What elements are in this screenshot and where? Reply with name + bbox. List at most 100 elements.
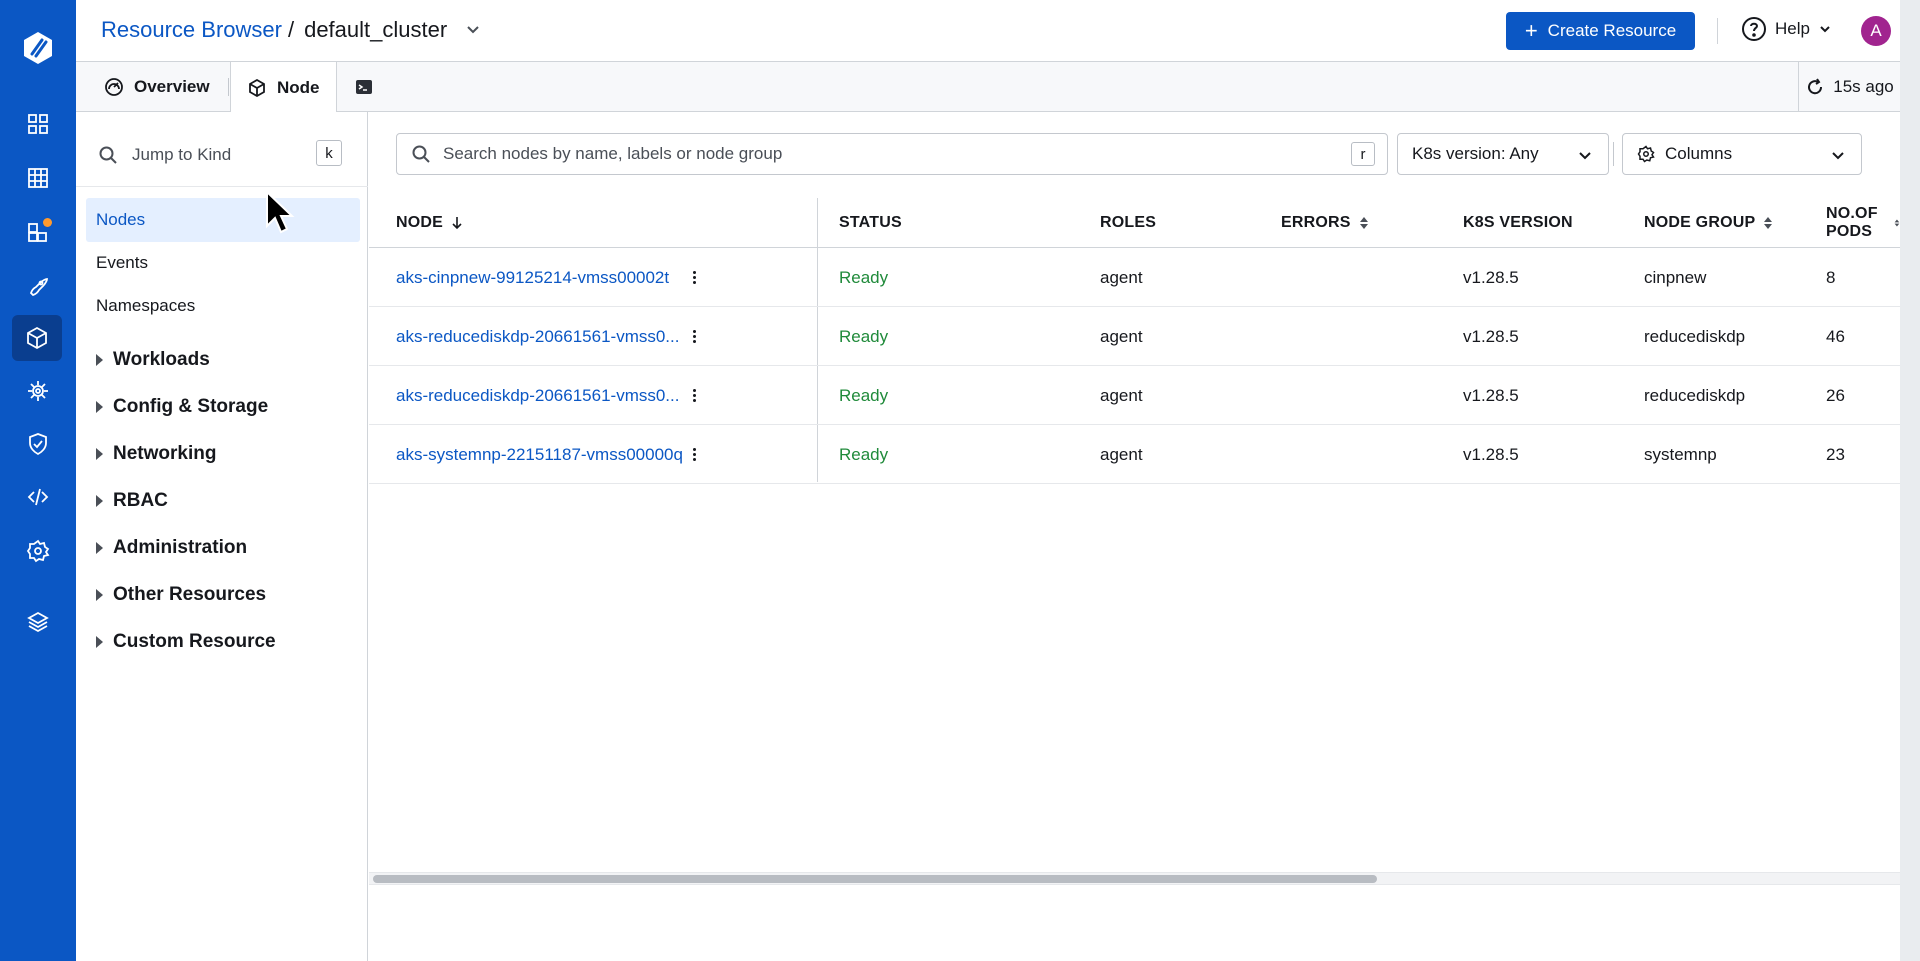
plus-icon: +: [1524, 18, 1538, 43]
status-cell: Ready: [839, 386, 889, 405]
app-groups-icon[interactable]: [18, 212, 58, 252]
k8s-version-cell: v1.28.5: [1463, 268, 1519, 287]
sidebar-group-custom-resource[interactable]: Custom Resource: [96, 622, 276, 662]
cube-icon[interactable]: [12, 315, 62, 361]
column-header-pods[interactable]: NO.OF PODS: [1826, 198, 1900, 248]
sidebar-item-namespaces[interactable]: Namespaces: [86, 284, 360, 328]
sort-icon: [1764, 217, 1773, 229]
sidebar-item-events[interactable]: Events: [86, 241, 360, 285]
roles-cell: agent: [1100, 268, 1143, 287]
column-header-k8s-version[interactable]: K8S VERSION: [1463, 198, 1573, 248]
k8s-version-select[interactable]: K8s version: Any: [1397, 133, 1609, 175]
sidebar-item-nodes[interactable]: Nodes: [86, 198, 360, 242]
layers-icon[interactable]: [18, 602, 58, 642]
avatar[interactable]: A: [1861, 16, 1891, 46]
rocket-icon[interactable]: [18, 266, 58, 306]
more-actions-icon[interactable]: [688, 269, 700, 287]
main-window: Resource Browser / default_cluster + Cre…: [76, 0, 1900, 961]
terminal-icon: [356, 80, 372, 94]
last-refreshed-label: 15s ago: [1833, 77, 1894, 96]
tab-node[interactable]: Node: [230, 62, 337, 113]
sidebar-group-workloads[interactable]: Workloads: [96, 340, 210, 380]
search-icon: [99, 146, 117, 164]
pods-cell: 23: [1826, 445, 1845, 464]
sort-icon: [1359, 217, 1368, 229]
header-divider: [1717, 18, 1718, 44]
breadcrumb-resource-browser[interactable]: Resource Browser: [101, 17, 282, 43]
sidebar-group-label: RBAC: [113, 490, 168, 511]
node-name-link[interactable]: aks-systemnp-22151187-vmss00000q: [396, 426, 696, 484]
help-menu[interactable]: Help: [1741, 16, 1832, 42]
jump-shortcut-key: k: [316, 140, 342, 166]
caret-right-icon: [96, 401, 103, 413]
column-header-status[interactable]: STATUS: [839, 198, 902, 248]
roles-cell: agent: [1100, 327, 1143, 346]
create-resource-button[interactable]: + Create Resource: [1506, 12, 1695, 50]
node-group-cell: cinpnew: [1644, 268, 1707, 287]
status-cell: Ready: [839, 268, 889, 287]
tab-overview[interactable]: Overview: [88, 62, 226, 112]
more-actions-icon[interactable]: [688, 387, 700, 405]
search-nodes-input[interactable]: Search nodes by name, labels or node gro…: [396, 133, 1388, 175]
caret-right-icon: [96, 448, 103, 460]
gear-icon[interactable]: [18, 531, 58, 571]
scrollbar-thumb[interactable]: [373, 875, 1377, 883]
status-cell: Ready: [839, 327, 889, 346]
table-row: aks-reducediskdp-20661561-vmss0... Ready…: [369, 308, 1900, 366]
more-actions-icon[interactable]: [688, 328, 700, 346]
column-header-label: NO.OF PODS: [1826, 205, 1878, 240]
refresh-icon: [1808, 78, 1823, 95]
search-placeholder: Search nodes by name, labels or node gro…: [443, 144, 783, 163]
horizontal-scrollbar[interactable]: [369, 872, 1900, 884]
column-header-errors[interactable]: ERRORS: [1281, 198, 1369, 248]
roles-cell: agent: [1100, 445, 1143, 464]
column-header-node[interactable]: NODE: [396, 198, 463, 248]
sidebar-group-other-resources[interactable]: Other Resources: [96, 575, 266, 615]
apps-grid-icon[interactable]: [18, 104, 58, 144]
sidebar-group-label: Custom Resource: [113, 631, 276, 652]
sidebar-group-rbac[interactable]: RBAC: [96, 481, 168, 521]
caret-right-icon: [96, 542, 103, 554]
bug-icon[interactable]: [18, 371, 58, 411]
sidebar-group-config-storage[interactable]: Config & Storage: [96, 387, 268, 427]
chevron-down-icon: [1579, 152, 1591, 160]
notification-badge: [43, 218, 52, 227]
table-row: aks-reducediskdp-20661561-vmss0... Ready…: [369, 367, 1900, 425]
cluster-name[interactable]: default_cluster: [304, 17, 447, 43]
sidebar-divider: [76, 186, 368, 187]
sidebar-group-networking[interactable]: Networking: [96, 434, 216, 474]
node-name-link[interactable]: aks-reducediskdp-20661561-vmss0...: [396, 308, 696, 366]
pods-cell: 46: [1826, 327, 1845, 346]
node-name-link[interactable]: aks-cinpnew-99125214-vmss00002t: [396, 249, 696, 307]
devtron-logo-icon[interactable]: [18, 28, 58, 68]
k8s-version-value: K8s version: Any: [1412, 144, 1539, 163]
jump-to-kind-input[interactable]: Jump to Kind: [98, 140, 350, 170]
node-name-link[interactable]: aks-reducediskdp-20661561-vmss0...: [396, 367, 696, 425]
column-header-roles[interactable]: ROLES: [1100, 198, 1156, 248]
table-grid-icon[interactable]: [18, 158, 58, 198]
tab-terminal[interactable]: [338, 62, 390, 112]
code-icon[interactable]: [18, 477, 58, 517]
k8s-version-cell: v1.28.5: [1463, 386, 1519, 405]
table-footer: [369, 884, 1900, 961]
help-circle-icon: [1742, 17, 1766, 41]
column-header-label: NODE: [396, 214, 444, 231]
kind-sidebar: Jump to Kind k Nodes Events Namespaces W…: [76, 112, 368, 961]
refresh-button[interactable]: 15s ago: [1798, 62, 1900, 112]
chevron-down-icon[interactable]: [463, 20, 483, 40]
app-rail: [0, 0, 76, 961]
pods-cell: 26: [1826, 386, 1845, 405]
toolbar-divider: [1613, 142, 1614, 166]
columns-select[interactable]: Columns: [1622, 133, 1862, 175]
sidebar-group-label: Workloads: [113, 349, 210, 370]
chevron-down-icon: [1820, 26, 1830, 33]
status-cell: Ready: [839, 445, 889, 464]
search-icon: [412, 145, 430, 163]
help-label: Help: [1775, 19, 1810, 38]
more-actions-icon[interactable]: [688, 446, 700, 464]
column-header-node-group[interactable]: NODE GROUP: [1644, 198, 1773, 248]
sidebar-group-administration[interactable]: Administration: [96, 528, 247, 568]
sidebar-group-label: Other Resources: [113, 584, 267, 605]
shield-icon[interactable]: [18, 424, 58, 464]
node-group-cell: reducediskdp: [1644, 386, 1746, 405]
